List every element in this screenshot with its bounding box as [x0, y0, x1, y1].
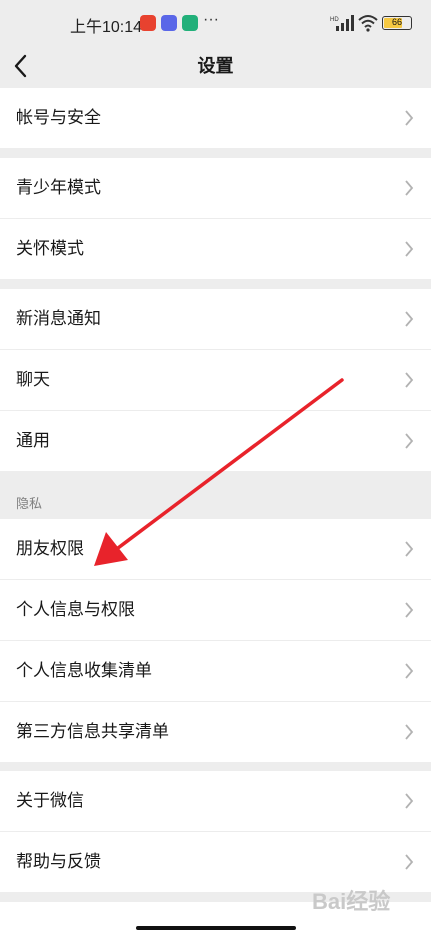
- settings-item-label: 第三方信息共享清单: [16, 722, 169, 742]
- settings-item-label: 青少年模式: [16, 178, 101, 198]
- home-indicator[interactable]: [136, 926, 296, 930]
- settings-item-label: 新消息通知: [16, 309, 101, 329]
- app-notification-icon: [140, 15, 156, 31]
- app-notification-icon: [161, 15, 177, 31]
- settings-item-label: 朋友权限: [16, 539, 84, 559]
- settings-item-personal-info-collection-list[interactable]: 个人信息收集清单: [0, 641, 431, 701]
- settings-item-label: 关于微信: [16, 791, 84, 811]
- chevron-right-icon: [405, 663, 414, 679]
- chevron-right-icon: [405, 724, 414, 740]
- settings-item-chat[interactable]: 聊天: [0, 350, 431, 410]
- chevron-right-icon: [405, 541, 414, 557]
- settings-item-personal-info-permissions[interactable]: 个人信息与权限: [0, 580, 431, 640]
- settings-item-help-feedback[interactable]: 帮助与反馈: [0, 832, 431, 892]
- wifi-icon: [358, 15, 378, 32]
- app-notification-icon: [182, 15, 198, 31]
- chevron-right-icon: [405, 241, 414, 257]
- settings-item-friend-permissions[interactable]: 朋友权限: [0, 519, 431, 579]
- settings-item-label: 通用: [16, 431, 50, 451]
- signal-icon: HD: [330, 15, 354, 31]
- settings-item-about-wechat[interactable]: 关于微信: [0, 771, 431, 831]
- settings-item-general[interactable]: 通用: [0, 411, 431, 471]
- chevron-right-icon: [405, 602, 414, 618]
- settings-item-label: 关怀模式: [16, 239, 84, 259]
- chevron-right-icon: [405, 180, 414, 196]
- svg-text:HD: HD: [330, 17, 339, 23]
- chevron-right-icon: [405, 311, 414, 327]
- battery-icon: 66: [382, 16, 412, 30]
- settings-item-new-message-notification[interactable]: 新消息通知: [0, 289, 431, 349]
- page-title: 设置: [197, 56, 234, 77]
- settings-item-label: 帮助与反馈: [16, 852, 101, 872]
- watermark: Bai经验: [312, 889, 391, 914]
- chevron-right-icon: [405, 793, 414, 809]
- settings-item-account-security[interactable]: 帐号与安全: [0, 88, 431, 148]
- status-time: 上午10:14: [70, 19, 143, 36]
- settings-item-label: 聊天: [16, 370, 50, 390]
- settings-item-teen-mode[interactable]: 青少年模式: [0, 158, 431, 218]
- chevron-right-icon: [405, 854, 414, 870]
- status-bar: 上午10:14 ··· HD 66: [0, 0, 431, 46]
- more-notifications-icon: ···: [203, 11, 219, 28]
- chevron-right-icon: [405, 110, 414, 126]
- chevron-right-icon: [405, 372, 414, 388]
- settings-item-third-party-sharing-list[interactable]: 第三方信息共享清单: [0, 702, 431, 762]
- settings-item-label: 个人信息与权限: [16, 600, 135, 620]
- settings-item-care-mode[interactable]: 关怀模式: [0, 219, 431, 279]
- battery-level: 66: [391, 17, 402, 27]
- chevron-right-icon: [405, 433, 414, 449]
- settings-item-label: 个人信息收集清单: [16, 661, 152, 681]
- section-header-privacy: 隐私: [16, 497, 43, 512]
- settings-item-label: 帐号与安全: [16, 108, 101, 128]
- nav-bar: 设置: [0, 46, 431, 86]
